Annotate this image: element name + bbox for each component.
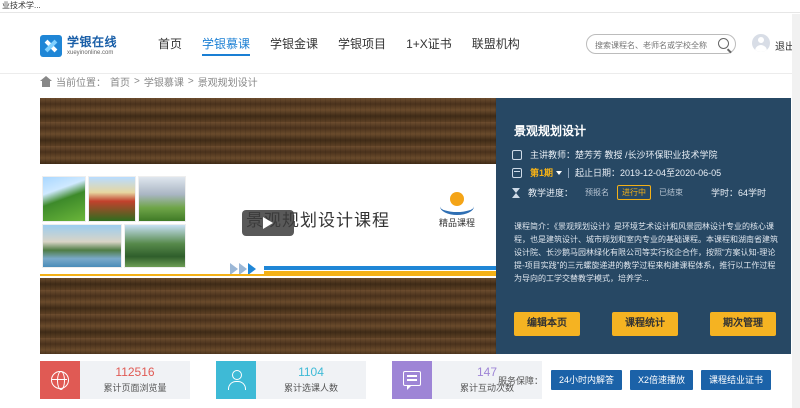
stat-value: 112516	[115, 365, 155, 379]
edit-page-button[interactable]: 编辑本页	[514, 312, 580, 336]
quality-course-badge: 精品课程	[434, 192, 480, 229]
logo-mark-icon	[40, 35, 62, 57]
chevron-down-icon[interactable]	[556, 170, 563, 175]
course-hours: 学时：64学时	[711, 188, 767, 198]
service-24h-answer[interactable]: 24小时内解答	[551, 370, 623, 390]
landscape-photo	[42, 176, 86, 222]
service-label: 服务保障：	[498, 375, 544, 386]
progress-step-preregister: 预报名	[585, 188, 610, 197]
stats-bar: 112516 累计页面浏览量 1104 累计选课人数 147 累计互动次数	[40, 361, 568, 399]
breadcrumb-prefix: 当前位置：	[56, 77, 106, 89]
breadcrumb-separator: >	[134, 75, 140, 87]
nav-home[interactable]: 首页	[158, 34, 182, 56]
service-guarantee: 服务保障： 24小时内解答 X2倍速播放 课程结业证书	[498, 370, 772, 390]
teacher-text: 主讲教师：楚芳芳 教授 /长沙环保职业技术学院	[530, 150, 718, 160]
landscape-photo	[88, 176, 136, 222]
home-icon	[40, 75, 52, 87]
site-logo[interactable]: 学银在线 xueyinonline.com	[40, 31, 130, 61]
nav-alliance[interactable]: 联盟机构	[472, 34, 520, 56]
hourglass-icon	[512, 187, 520, 198]
badge-label: 精品课程	[438, 218, 475, 228]
breadcrumb: 当前位置： 首页 > 学银慕课 > 景观规划设计	[40, 74, 258, 89]
stat-label: 累计页面浏览量	[103, 383, 167, 393]
open-book-icon	[440, 192, 474, 215]
progress-step-ongoing: 进行中	[617, 185, 652, 200]
main-nav: 首页 学银慕课 学银金课 学银项目 1+X证书 联盟机构	[158, 34, 540, 56]
service-certificate[interactable]: 课程结业证书	[701, 370, 772, 390]
course-description: 课程简介：《景观规划设计》是环境艺术设计和风景园林设计专业的核心课程，也是建筑设…	[514, 222, 778, 283]
breadcrumb-home[interactable]: 首页	[110, 74, 130, 89]
user-avatar[interactable]	[752, 34, 770, 52]
window-title-strip: 业技术学...	[0, 0, 800, 13]
breadcrumb-separator: >	[187, 75, 194, 87]
search-box	[586, 34, 736, 55]
nav-gold-course[interactable]: 学银金课	[270, 34, 318, 56]
course-cover: 景观规划设计课程 精品课程	[40, 98, 496, 354]
nav-1x-certificate[interactable]: 1+X证书	[406, 34, 452, 56]
breadcrumb-mooc[interactable]: 学银慕课	[144, 74, 184, 89]
globe-icon	[51, 371, 69, 390]
progress-label: 教学进度：	[528, 188, 574, 198]
nav-mooc[interactable]: 学银慕课	[202, 34, 251, 56]
play-video-button[interactable]	[242, 210, 294, 236]
progress-row: 教学进度： 预报名 进行中 已结束 学时：64学时	[512, 185, 766, 200]
logo-name: 学银在线	[67, 34, 118, 49]
nav-projects[interactable]: 学银项目	[338, 34, 386, 56]
stat-value: 1104	[298, 365, 324, 379]
calendar-icon	[512, 167, 522, 178]
logo-text: 学银在线 xueyinonline.com	[67, 34, 118, 57]
progress-step-ended: 已结束	[659, 188, 684, 197]
banner-stripe	[40, 262, 496, 276]
term-row: 第1期 起止日期：2019-12-04至2020-06-05	[512, 166, 721, 179]
search-icon[interactable]	[718, 38, 729, 49]
course-actions: 编辑本页 课程统计 期次管理	[514, 312, 776, 336]
teacher-row: 主讲教师：楚芳芳 教授 /长沙环保职业技术学院	[512, 148, 718, 161]
date-range: 起止日期：2019-12-04至2020-06-05	[575, 168, 722, 178]
service-2x-speed[interactable]: X2倍速播放	[630, 370, 694, 390]
search-input[interactable]	[587, 36, 707, 55]
breadcrumb-current: 景观规划设计	[197, 77, 258, 89]
stat-page-views: 112516 累计页面浏览量	[40, 361, 190, 399]
users-icon	[228, 370, 246, 390]
stat-label: 累计选课人数	[283, 383, 338, 393]
course-banner: 景观规划设计课程 精品课程	[40, 164, 496, 278]
stat-enrollments: 1104 累计选课人数	[216, 361, 366, 399]
course-title: 景观规划设计	[514, 124, 587, 138]
logo-domain: xueyinonline.com	[67, 49, 114, 56]
landscape-photo	[138, 176, 186, 222]
site-header: 学银在线 xueyinonline.com 首页 学银慕课 学银金课 学银项目 …	[0, 14, 800, 74]
teacher-icon	[512, 149, 522, 160]
course-info-panel: 景观规划设计 主讲教师：楚芳芳 教授 /长沙环保职业技术学院 第1期 起止日期：…	[496, 98, 791, 354]
page-scrollbar[interactable]	[792, 14, 800, 408]
course-stats-button[interactable]: 课程统计	[612, 312, 678, 336]
term-select[interactable]: 第1期	[530, 166, 553, 179]
chat-icon	[403, 371, 421, 390]
term-management-button[interactable]: 期次管理	[710, 312, 776, 336]
